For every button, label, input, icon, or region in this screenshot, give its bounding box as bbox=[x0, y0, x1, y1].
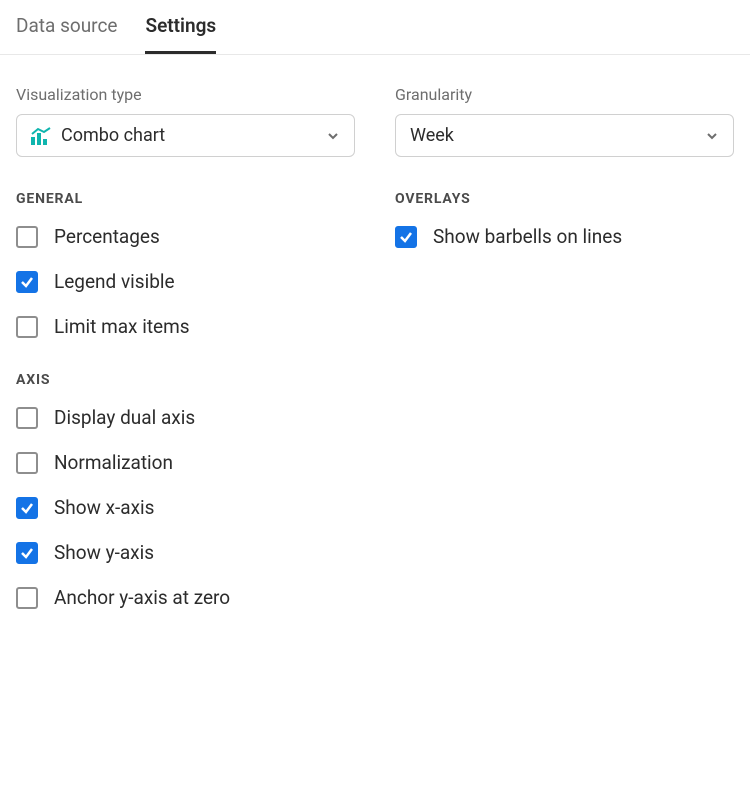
checkbox-label: Normalization bbox=[54, 451, 173, 474]
checkbox-anchor-y-zero[interactable]: Anchor y-axis at zero bbox=[16, 586, 355, 609]
checkbox-box bbox=[16, 407, 38, 429]
checkbox-show-barbells[interactable]: Show barbells on lines bbox=[395, 225, 734, 248]
checkbox-box bbox=[16, 316, 38, 338]
checkbox-label: Show x-axis bbox=[54, 496, 154, 519]
settings-col-left: Visualization type Combo chart General bbox=[16, 85, 355, 631]
checkbox-label: Limit max items bbox=[54, 315, 190, 338]
combo-chart-icon bbox=[31, 127, 51, 145]
vis-type-label: Visualization type bbox=[16, 85, 355, 104]
granularity-value: Week bbox=[410, 125, 454, 146]
checkbox-legend-visible[interactable]: Legend visible bbox=[16, 270, 355, 293]
checkbox-display-dual-axis[interactable]: Display dual axis bbox=[16, 406, 355, 429]
checkbox-box bbox=[16, 452, 38, 474]
tab-data-source[interactable]: Data source bbox=[16, 14, 117, 54]
granularity-label: Granularity bbox=[395, 85, 734, 104]
checkbox-box bbox=[16, 587, 38, 609]
settings-panel: Visualization type Combo chart General bbox=[0, 55, 750, 631]
checkbox-label: Show y-axis bbox=[54, 541, 154, 564]
tab-bar: Data source Settings bbox=[0, 0, 750, 55]
checkbox-box bbox=[395, 226, 417, 248]
chevron-down-icon bbox=[326, 129, 340, 143]
checkbox-show-y-axis[interactable]: Show y-axis bbox=[16, 541, 355, 564]
checkbox-percentages[interactable]: Percentages bbox=[16, 225, 355, 248]
tab-settings[interactable]: Settings bbox=[145, 14, 216, 54]
settings-col-right: Granularity Week Overlays Show barbells … bbox=[395, 85, 734, 631]
checkbox-label: Show barbells on lines bbox=[433, 225, 622, 248]
section-general: General bbox=[16, 191, 355, 207]
checkbox-label: Percentages bbox=[54, 225, 160, 248]
granularity-select[interactable]: Week bbox=[395, 114, 734, 157]
section-axis: Axis bbox=[16, 372, 355, 388]
checkbox-limit-max-items[interactable]: Limit max items bbox=[16, 315, 355, 338]
checkbox-box bbox=[16, 497, 38, 519]
chevron-down-icon bbox=[705, 129, 719, 143]
checkbox-show-x-axis[interactable]: Show x-axis bbox=[16, 496, 355, 519]
checkbox-label: Legend visible bbox=[54, 270, 175, 293]
vis-type-select[interactable]: Combo chart bbox=[16, 114, 355, 157]
checkbox-box bbox=[16, 271, 38, 293]
checkbox-label: Anchor y-axis at zero bbox=[54, 586, 230, 609]
checkbox-box bbox=[16, 226, 38, 248]
section-overlays: Overlays bbox=[395, 191, 734, 207]
checkbox-label: Display dual axis bbox=[54, 406, 195, 429]
checkbox-normalization[interactable]: Normalization bbox=[16, 451, 355, 474]
vis-type-value: Combo chart bbox=[61, 125, 165, 146]
checkbox-box bbox=[16, 542, 38, 564]
